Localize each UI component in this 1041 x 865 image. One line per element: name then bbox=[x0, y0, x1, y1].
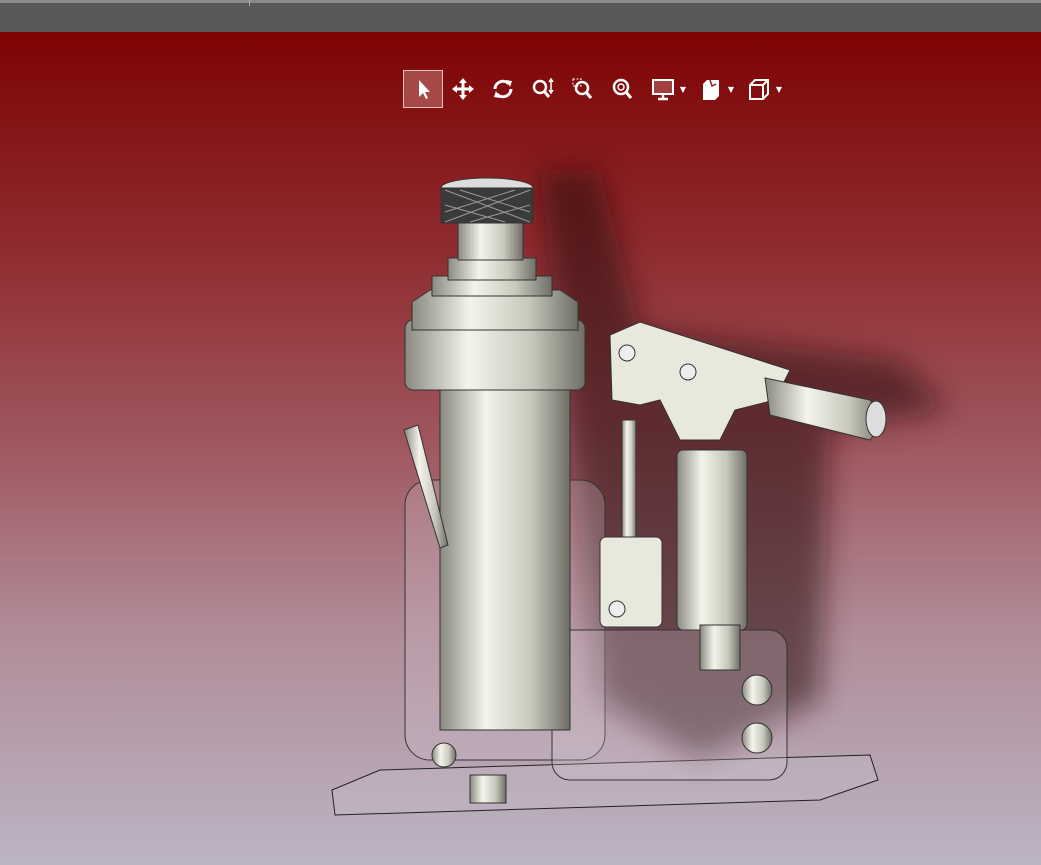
rotate-icon bbox=[493, 79, 513, 99]
rotate-tool-button[interactable] bbox=[483, 70, 523, 108]
zoom-window-button[interactable] bbox=[563, 70, 603, 108]
zoom-fit-icon bbox=[612, 78, 633, 99]
divider bbox=[249, 0, 250, 6]
pan-tool-button[interactable] bbox=[443, 70, 483, 108]
window-title-bar bbox=[0, 0, 1041, 32]
hydraulic-jack-model[interactable] bbox=[0, 32, 1041, 865]
zoom-vertical-icon bbox=[532, 77, 554, 98]
zoom-fit-button[interactable] bbox=[603, 70, 643, 108]
display-style-button[interactable] bbox=[643, 70, 683, 108]
cursor-arrow-icon bbox=[419, 80, 430, 99]
section-view-button[interactable] bbox=[691, 70, 731, 108]
3d-viewport[interactable]: ▼ ▼ ▼ bbox=[0, 32, 1041, 865]
view-toolbar: ▼ ▼ ▼ bbox=[403, 69, 787, 109]
zoom-window-icon bbox=[572, 78, 593, 99]
monitor-icon bbox=[652, 79, 674, 101]
cube-icon bbox=[749, 79, 769, 100]
zoom-tool-button[interactable] bbox=[523, 70, 563, 108]
section-icon bbox=[703, 79, 719, 100]
standard-views-button[interactable] bbox=[739, 70, 779, 108]
move-arrows-icon bbox=[452, 78, 474, 100]
select-tool-button[interactable] bbox=[403, 70, 443, 108]
